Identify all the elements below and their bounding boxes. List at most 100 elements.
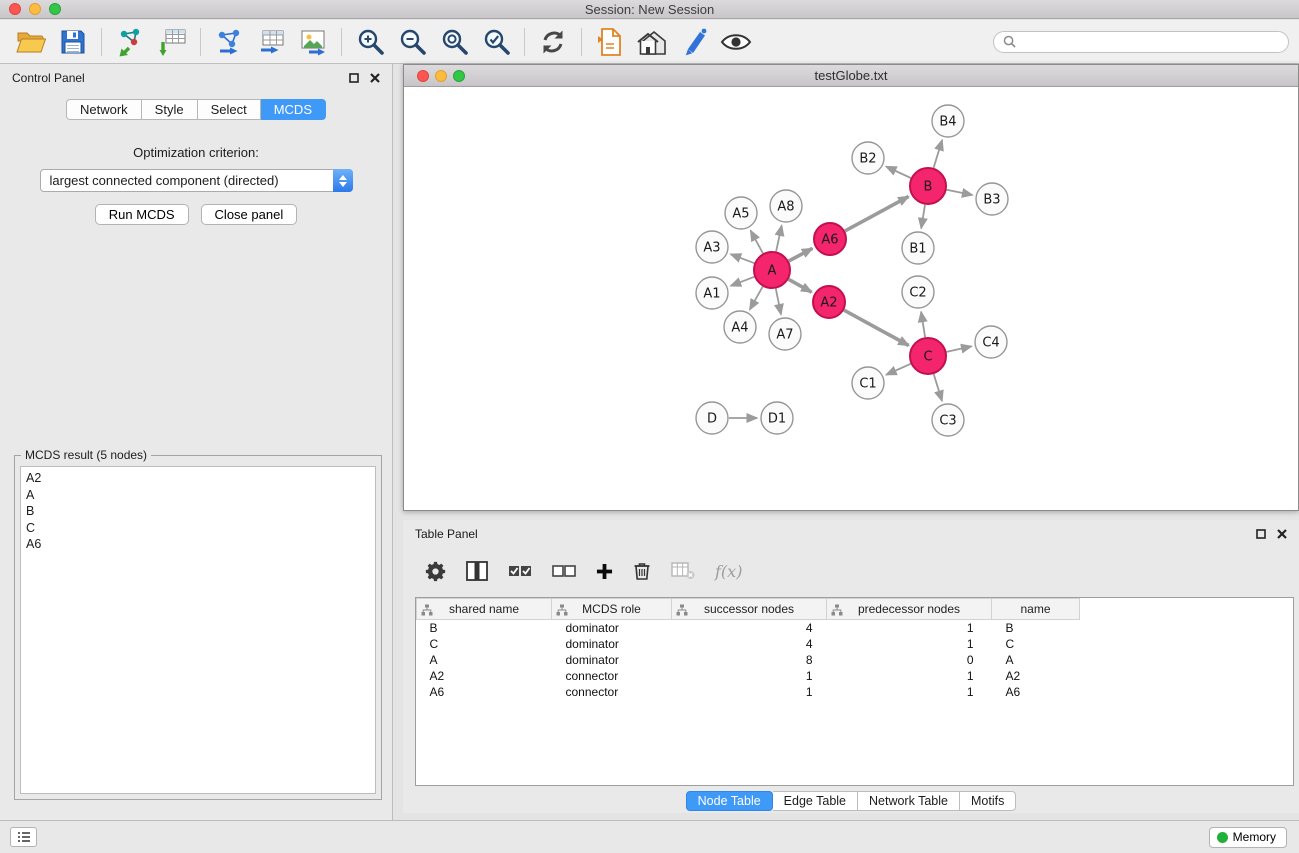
add-column-button[interactable] bbox=[596, 563, 613, 580]
new-table-button[interactable] bbox=[250, 23, 292, 61]
minimize-network-window-button[interactable] bbox=[435, 70, 447, 82]
zoom-selected-button[interactable] bbox=[475, 23, 517, 61]
close-panel-action-button[interactable]: Close panel bbox=[201, 204, 298, 225]
open-session-button[interactable] bbox=[10, 23, 52, 61]
close-window-button[interactable] bbox=[9, 3, 21, 15]
graph-node-B1[interactable]: B1 bbox=[902, 232, 934, 264]
graph-node-A6[interactable]: A6 bbox=[814, 223, 846, 255]
graph-node-B[interactable]: B bbox=[910, 168, 946, 204]
home-button[interactable] bbox=[631, 23, 673, 61]
tab-network-table[interactable]: Network Table bbox=[858, 791, 960, 811]
graph-node-A[interactable]: A bbox=[754, 252, 790, 288]
graph-node-A7[interactable]: A7 bbox=[769, 318, 801, 350]
graph-node-C[interactable]: C bbox=[910, 338, 946, 374]
memory-button[interactable]: Memory bbox=[1209, 827, 1287, 848]
column-header-predecessor-nodes[interactable]: predecessor nodes bbox=[827, 599, 992, 620]
close-panel-button[interactable] bbox=[370, 73, 380, 83]
graph-node-B2[interactable]: B2 bbox=[852, 142, 884, 174]
tab-network[interactable]: Network bbox=[66, 99, 142, 120]
graph-node-A4[interactable]: A4 bbox=[724, 311, 756, 343]
optimization-criterion-select[interactable]: largest connected component (directed) bbox=[40, 169, 353, 192]
new-network-button[interactable] bbox=[208, 23, 250, 61]
graph-edge-B-B4[interactable] bbox=[934, 140, 943, 168]
graph-node-C2[interactable]: C2 bbox=[902, 276, 934, 308]
graph-node-A2[interactable]: A2 bbox=[813, 286, 845, 318]
search-box[interactable] bbox=[993, 31, 1289, 53]
graph-node-A8[interactable]: A8 bbox=[770, 190, 802, 222]
graph-edge-A-A6[interactable] bbox=[789, 248, 813, 261]
save-session-button[interactable] bbox=[52, 23, 94, 61]
tab-mcds[interactable]: MCDS bbox=[261, 99, 326, 120]
graph-node-A3[interactable]: A3 bbox=[696, 231, 728, 263]
task-history-button[interactable] bbox=[10, 827, 37, 847]
tab-select[interactable]: Select bbox=[198, 99, 261, 120]
annotation-button[interactable] bbox=[673, 23, 715, 61]
export-document-button[interactable] bbox=[589, 23, 631, 61]
mcds-result-item[interactable]: C bbox=[26, 520, 370, 537]
graph-edge-A2-C[interactable] bbox=[844, 310, 909, 345]
network-window-titlebar[interactable]: testGlobe.txt bbox=[404, 65, 1298, 87]
deselect-all-button[interactable] bbox=[552, 563, 576, 579]
zoom-network-window-button[interactable] bbox=[453, 70, 465, 82]
graph-edge-A6-B[interactable] bbox=[845, 197, 909, 231]
graph-node-A5[interactable]: A5 bbox=[725, 197, 757, 229]
table-row[interactable]: A6connector11A6 bbox=[417, 684, 1080, 700]
tab-style[interactable]: Style bbox=[142, 99, 198, 120]
delete-table-button[interactable] bbox=[671, 562, 695, 580]
float-panel-button[interactable] bbox=[349, 73, 359, 83]
close-table-panel-button[interactable] bbox=[1277, 529, 1287, 539]
graph-edge-C-C1[interactable] bbox=[886, 364, 911, 375]
tab-motifs[interactable]: Motifs bbox=[960, 791, 1016, 811]
search-input[interactable] bbox=[1021, 35, 1279, 49]
zoom-fit-button[interactable] bbox=[433, 23, 475, 61]
graph-edge-A-A2[interactable] bbox=[789, 279, 812, 292]
import-table-button[interactable] bbox=[151, 23, 193, 61]
float-table-panel-button[interactable] bbox=[1256, 529, 1266, 539]
zoom-in-button[interactable] bbox=[349, 23, 391, 61]
table-settings-button[interactable] bbox=[425, 561, 446, 582]
graph-node-C4[interactable]: C4 bbox=[975, 326, 1007, 358]
graph-edge-A-A7[interactable] bbox=[776, 289, 781, 315]
column-header-successor-nodes[interactable]: successor nodes bbox=[672, 599, 827, 620]
graph-node-D1[interactable]: D1 bbox=[761, 402, 793, 434]
graph-edge-A-A1[interactable] bbox=[731, 277, 755, 286]
graph-edge-A-A5[interactable] bbox=[751, 231, 763, 254]
zoom-out-button[interactable] bbox=[391, 23, 433, 61]
delete-column-button[interactable] bbox=[633, 561, 651, 581]
column-header-mcds-role[interactable]: MCDS role bbox=[552, 599, 672, 620]
graph-node-B4[interactable]: B4 bbox=[932, 105, 964, 137]
mcds-result-item[interactable]: B bbox=[26, 503, 370, 520]
graph-edge-C-C4[interactable] bbox=[947, 346, 972, 352]
tab-node-table[interactable]: Node Table bbox=[686, 791, 773, 811]
table-row[interactable]: A2connector11A2 bbox=[417, 668, 1080, 684]
mcds-result-item[interactable]: A bbox=[26, 487, 370, 504]
table-row[interactable]: Bdominator41B bbox=[417, 620, 1080, 636]
export-image-button[interactable] bbox=[292, 23, 334, 61]
column-header-shared-name[interactable]: shared name bbox=[417, 599, 552, 620]
run-mcds-button[interactable]: Run MCDS bbox=[95, 204, 189, 225]
graph-edge-B-B1[interactable] bbox=[921, 205, 925, 229]
mcds-result-item[interactable]: A2 bbox=[26, 470, 370, 487]
graph-edge-B-B2[interactable] bbox=[886, 167, 911, 179]
table-row[interactable]: Cdominator41C bbox=[417, 636, 1080, 652]
function-builder-button[interactable]: f(x) bbox=[715, 562, 742, 581]
apply-layout-button[interactable] bbox=[532, 23, 574, 61]
column-header-name[interactable]: name bbox=[992, 599, 1080, 620]
close-network-window-button[interactable] bbox=[417, 70, 429, 82]
graph-edge-A-A8[interactable] bbox=[776, 226, 782, 252]
zoom-window-button[interactable] bbox=[49, 3, 61, 15]
minimize-window-button[interactable] bbox=[29, 3, 41, 15]
graph-node-C3[interactable]: C3 bbox=[932, 404, 964, 436]
graph-node-D[interactable]: D bbox=[696, 402, 728, 434]
graph-node-B3[interactable]: B3 bbox=[976, 183, 1008, 215]
graph-edge-A-A3[interactable] bbox=[731, 254, 755, 263]
show-columns-button[interactable] bbox=[466, 561, 488, 581]
graph-edge-C-C3[interactable] bbox=[934, 374, 942, 401]
mcds-result-item[interactable]: A6 bbox=[26, 536, 370, 553]
table-row[interactable]: Adominator80A bbox=[417, 652, 1080, 668]
graph-edge-B-B3[interactable] bbox=[947, 190, 973, 195]
graph-node-C1[interactable]: C1 bbox=[852, 367, 884, 399]
show-hide-button[interactable] bbox=[715, 23, 757, 61]
graph-edge-C-C2[interactable] bbox=[921, 312, 925, 337]
graph-node-A1[interactable]: A1 bbox=[696, 277, 728, 309]
